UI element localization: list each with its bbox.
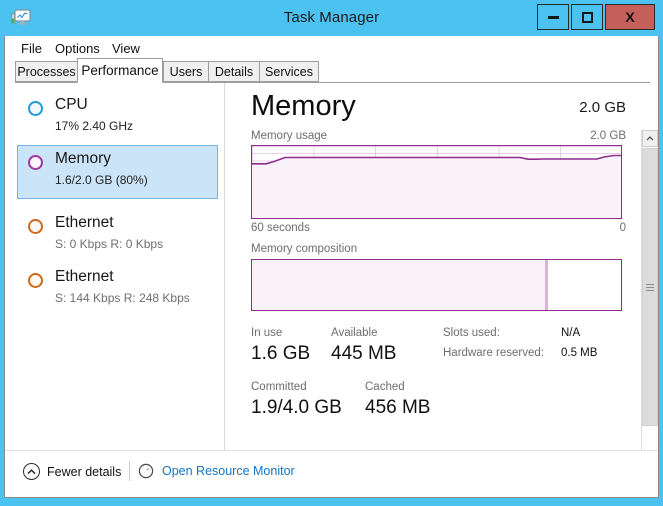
sidebar-item-ethernet-2[interactable]: Ethernet S: 144 Kbps R: 248 Kbps (17, 263, 218, 317)
sidebar-item-sublabel: 1.6/2.0 GB (80%) (55, 173, 148, 187)
hardware-reserved-label: Hardware reserved: (443, 347, 544, 359)
menu-options[interactable]: Options (51, 40, 104, 57)
minimize-icon (547, 15, 559, 19)
title-bar: Task Manager X (0, 0, 663, 36)
scrollbar-grip-icon (646, 283, 654, 291)
recv-rate: R: 0 Kbps (110, 237, 164, 251)
sidebar-item-sublabel: S: 144 Kbps R: 248 Kbps (55, 291, 190, 305)
tab-performance[interactable]: Performance (77, 58, 163, 83)
window-controls: X (537, 4, 655, 30)
committed-label: Committed (251, 381, 307, 393)
sidebar-item-label: Ethernet (55, 214, 114, 231)
fewer-details-button[interactable]: Fewer details (23, 463, 121, 480)
close-icon: X (625, 9, 635, 25)
fewer-details-label: Fewer details (47, 464, 122, 479)
recv-rate: R: 248 Kbps (123, 291, 190, 305)
sidebar-item-label: CPU (55, 96, 88, 113)
sidebar-item-sublabel: 17% 2.40 GHz (55, 119, 134, 133)
sidebar-item-sublabel: S: 0 Kbps R: 0 Kbps (55, 237, 163, 251)
memory-detail-pane: Memory 2.0 GB Memory usage 2.0 GB 60 sec… (225, 83, 658, 451)
graph-time-left: 60 seconds (251, 222, 310, 234)
tab-strip: Processes Users Details Services Perform… (5, 58, 658, 83)
footer-separator (129, 461, 130, 481)
scroll-up-button[interactable] (642, 130, 658, 147)
memory-stats: In use 1.6 GB Available 445 MB Committed… (251, 327, 626, 427)
memory-usage-graph (251, 145, 622, 219)
page-title: Memory (251, 90, 356, 122)
menu-view[interactable]: View (108, 40, 144, 57)
ethernet-indicator-icon (28, 219, 43, 234)
memory-composition-label: Memory composition (251, 243, 358, 255)
hardware-reserved-value: 0.5 MB (561, 347, 598, 359)
memory-total: 2.0 GB (579, 99, 626, 116)
memory-indicator-icon (28, 155, 43, 170)
resource-monitor-icon (138, 463, 154, 479)
memory-composition-bar[interactable] (251, 259, 622, 311)
sidebar-item-ethernet-1[interactable]: Ethernet S: 0 Kbps R: 0 Kbps (17, 209, 218, 263)
scrollbar-thumb[interactable] (642, 148, 658, 426)
committed-value: 1.9/4.0 GB (251, 397, 342, 418)
slots-used-label: Slots used: (443, 327, 500, 339)
maximize-icon (581, 11, 593, 23)
available-value: 445 MB (331, 343, 397, 364)
performance-panel: CPU 17% 2.40 GHz Memory 1.6/2.0 GB (80%)… (5, 83, 658, 497)
composition-divider (545, 260, 549, 310)
minimize-button[interactable] (537, 4, 569, 30)
cpu-indicator-icon (28, 101, 43, 116)
open-resource-monitor-label: Open Resource Monitor (162, 464, 295, 478)
send-rate: S: 0 Kbps (55, 237, 108, 251)
sidebar-item-label: Memory (55, 150, 111, 167)
ethernet-indicator-icon (28, 273, 43, 288)
client-area: File Options View Processes Users Detail… (4, 36, 659, 498)
sidebar-item-memory[interactable]: Memory 1.6/2.0 GB (80%) (17, 145, 218, 199)
cached-label: Cached (365, 381, 405, 393)
tab-users[interactable]: Users (163, 61, 209, 82)
resource-sidebar: CPU 17% 2.40 GHz Memory 1.6/2.0 GB (80%)… (5, 83, 224, 451)
graph-area-fill (252, 155, 621, 218)
status-bar: Fewer details Open Resource Monitor (5, 450, 658, 497)
in-use-value: 1.6 GB (251, 343, 311, 364)
sidebar-item-cpu[interactable]: CPU 17% 2.40 GHz (17, 91, 218, 145)
open-resource-monitor-link[interactable]: Open Resource Monitor (138, 463, 295, 479)
memory-usage-plot (252, 154, 621, 218)
composition-in-use-segment (252, 260, 546, 310)
send-rate: S: 144 Kbps (55, 291, 121, 305)
sidebar-item-label: Ethernet (55, 268, 114, 285)
tab-services[interactable]: Services (259, 61, 319, 82)
tab-details[interactable]: Details (208, 61, 260, 82)
maximize-button[interactable] (571, 4, 603, 30)
chevron-up-circle-icon (23, 463, 40, 480)
graph-time-right: 0 (619, 222, 626, 234)
close-button[interactable]: X (605, 4, 655, 30)
vertical-scrollbar[interactable] (641, 130, 658, 497)
task-manager-window: Task Manager X File Options View Process… (0, 0, 663, 506)
memory-usage-label: Memory usage (251, 130, 328, 142)
tab-processes[interactable]: Processes (15, 61, 78, 82)
cached-value: 456 MB (365, 397, 431, 418)
slots-used-value: N/A (561, 327, 581, 339)
memory-usage-max: 2.0 GB (590, 130, 626, 142)
in-use-label: In use (251, 327, 283, 339)
menu-file[interactable]: File (17, 40, 46, 57)
chevron-up-icon (646, 136, 654, 141)
available-label: Available (331, 327, 378, 339)
memory-header: Memory 2.0 GB (251, 89, 626, 127)
